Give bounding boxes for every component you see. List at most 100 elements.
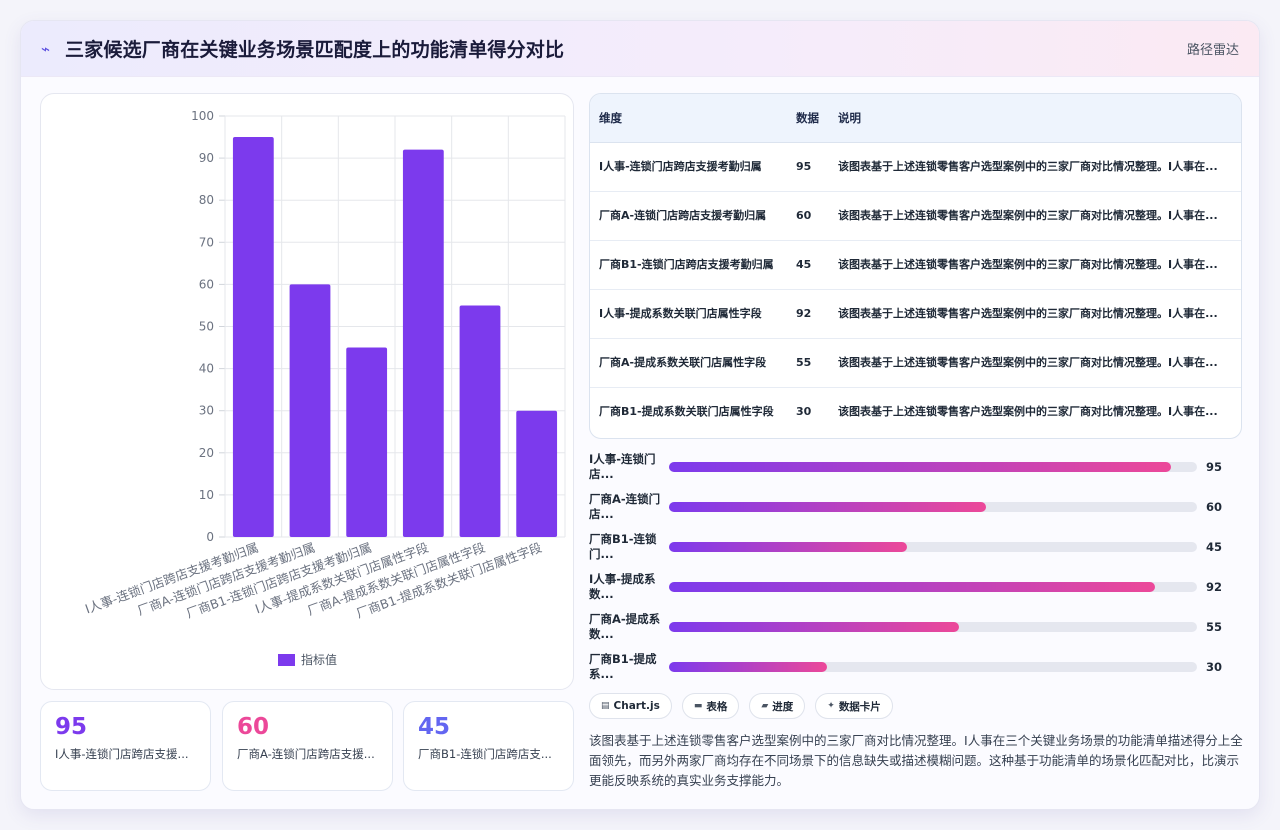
progress-row: I人事-连锁门店... 95 [589,449,1242,485]
progress-label: 厂商A-连锁门店... [589,492,661,521]
chart-icon: ▤ [601,701,610,711]
y-tick-label: 90 [199,151,214,165]
progress-value: 95 [1206,460,1223,474]
progress-fill [669,542,907,552]
table-cell-value: 45 [787,240,829,290]
y-tick-label: 10 [199,488,214,502]
chart-description: 该图表基于上述连锁零售客户选型案例中的三家厂商对比情况整理。I人事在三个关键业务… [589,733,1243,788]
stat-label: 厂商B1-连锁门店跨店支... [418,747,552,761]
table-header-row: 维度 数据 说明 [590,94,1241,143]
progress-fill [669,502,986,512]
table-cell-value: 95 [787,142,829,192]
legend-label: 指标值 [301,652,337,667]
progress-value: 92 [1206,580,1223,594]
progress-icon: ▰ [761,701,769,711]
line-chart-icon: ⌁ [41,39,51,58]
progress-value: 45 [1206,540,1223,554]
progress-row: 厂商A-提成系数... 55 [589,609,1242,645]
bar-chart: 0102030405060708090100I人事-连锁门店跨店支援考勤归属厂商… [83,109,566,667]
table-icon: ▬ [693,701,703,711]
chip-progress[interactable]: ▰ 进度 [749,693,806,719]
chip-chartjs[interactable]: ▤ Chart.js [589,693,672,719]
table-cell-dimension: I人事-提成系数关联门店属性字段 [590,289,787,339]
table-cell-dimension: 厂商B1-连锁门店跨店支援考勤归属 [590,240,787,290]
table-cell-dimension: I人事-连锁门店跨店支援考勤归属 [590,142,787,192]
table-cell-dimension: 厂商B1-提成系数关联门店属性字段 [599,404,774,418]
table-cell-description: 该图表基于上述连锁零售客户选型案例中的三家厂商对比情况整理。I人事在... [829,142,1241,192]
progress-value: 55 [1206,620,1223,634]
stat-card-1: 95 I人事-连锁门店跨店支援... [40,701,211,791]
progress-track [669,662,1197,672]
table-cell-dimension: 厂商A-连锁门店跨店支援考勤归属 [590,191,787,241]
y-tick-label: 70 [199,235,214,249]
stat-value: 45 [418,714,451,740]
progress-label: 厂商B1-连锁门... [589,532,657,561]
progress-label: I人事-连锁门店... [589,452,656,481]
bar [232,137,274,538]
progress-value: 60 [1206,500,1223,514]
progress-row: I人事-提成系数... 92 [589,569,1242,605]
bar [459,305,501,537]
y-tick-label: 20 [199,446,214,460]
table-cell-description: 该图表基于上述连锁零售客户选型案例中的三家厂商对比情况整理。I人事在... [829,191,1241,241]
chip-label: 数据卡片 [838,700,881,713]
table-row: 厂商B1-连锁门店跨店支援考勤归属 45 该图表基于上述连锁零售客户选型案例中的… [590,240,1241,290]
table-cell-description: 该图表基于上述连锁零售客户选型案例中的三家厂商对比情况整理。I人事在... [838,404,1218,418]
progress-track [669,582,1197,592]
stat-card-3: 45 厂商B1-连锁门店跨店支... [403,701,574,791]
progress-value: 30 [1206,660,1223,674]
y-tick-label: 40 [199,362,214,376]
progress-row: 厂商B1-提成系... 30 [589,649,1242,685]
stat-card-2: 60 厂商A-连锁门店跨店支援... [222,701,393,791]
table-cell-dimension: 厂商A-提成系数关联门店属性字段 [590,338,787,388]
title-wrap: ⌁ 三家候选厂商在关键业务场景匹配度上的功能清单得分对比 [41,35,564,62]
chip-table[interactable]: ▬ 表格 [681,693,740,719]
table-cell-description: 该图表基于上述连锁零售客户选型案例中的三家厂商对比情况整理。I人事在... [829,240,1241,290]
progress-label: I人事-提成系数... [589,572,656,601]
stat-value: 60 [237,714,270,740]
stat-label: 厂商A-连锁门店跨店支援... [237,747,375,761]
chip-label: 进度 [772,700,794,713]
data-table: 维度 数据 说明 I人事-连锁门店跨店支援考勤归属 95 该图表基于上述连锁零售… [589,93,1242,439]
stat-label: I人事-连锁门店跨店支援... [55,747,189,761]
table-cell-description: 该图表基于上述连锁零售客户选型案例中的三家厂商对比情况整理。I人事在... [829,289,1241,339]
bar [402,149,444,537]
column-header-description: 说明 [829,94,1241,143]
dashboard-card: ⌁ 三家候选厂商在关键业务场景匹配度上的功能清单得分对比 路径雷达 0 10 20 3… [20,20,1260,810]
chip-data-card[interactable]: ✦ 数据卡片 [815,693,893,719]
page-title: 三家候选厂商在关键业务场景匹配度上的功能清单得分对比 [65,39,565,61]
bar [516,410,558,537]
header: ⌁ 三家候选厂商在关键业务场景匹配度上的功能清单得分对比 路径雷达 [21,21,1259,77]
table-row: 厂商A-提成系数关联门店属性字段 55 该图表基于上述连锁零售客户选型案例中的三… [590,338,1241,388]
bar-chart-panel: 0 10 20 30 40 50 60 70 80 90 100 I人事-连锁门店跨店支援考勤归属 厂商… [40,93,574,690]
sparkle-icon: ✦ [827,701,835,711]
progress-fill [669,622,960,632]
progress-row: 厂商A-连锁门店... 60 [589,489,1242,525]
table-row: 厂商A-连锁门店跨店支援考勤归属 60 该图表基于上述连锁零售客户选型案例中的三… [590,191,1241,241]
column-header-dimension: 维度 [590,94,787,143]
progress-label: 厂商A-提成系数... [589,612,661,641]
y-tick-label: 60 [199,277,214,291]
bar [289,284,331,537]
bar [346,347,388,537]
table-cell-value: 60 [787,191,829,241]
y-tick-label: 0 [206,530,214,544]
progress-label: 厂商B1-提成系... [589,652,657,681]
chip-label: 表格 [706,700,728,713]
stat-value: 95 [55,714,88,740]
table-cell-value: 55 [787,338,829,388]
chip-label: Chart.js [613,700,660,712]
progress-row: 厂商B1-连锁门... 45 [589,529,1242,565]
y-tick-label: 30 [199,404,214,418]
tag-chips: ▤ Chart.js ▬ 表格 ▰ 进度 ✦ 数据卡片 [589,693,893,719]
progress-track [669,622,1197,632]
legend-swatch [278,654,295,666]
y-tick-label: 50 [199,320,214,334]
y-tick-label: 100 [191,109,214,123]
progress-track [669,462,1197,472]
progress-fill [669,662,828,672]
table-cell-value: 92 [787,289,829,339]
table-cell-value: 30 [796,404,812,418]
table-cell-description: 该图表基于上述连锁零售客户选型案例中的三家厂商对比情况整理。I人事在... [829,338,1241,388]
progress-fill [669,582,1155,592]
